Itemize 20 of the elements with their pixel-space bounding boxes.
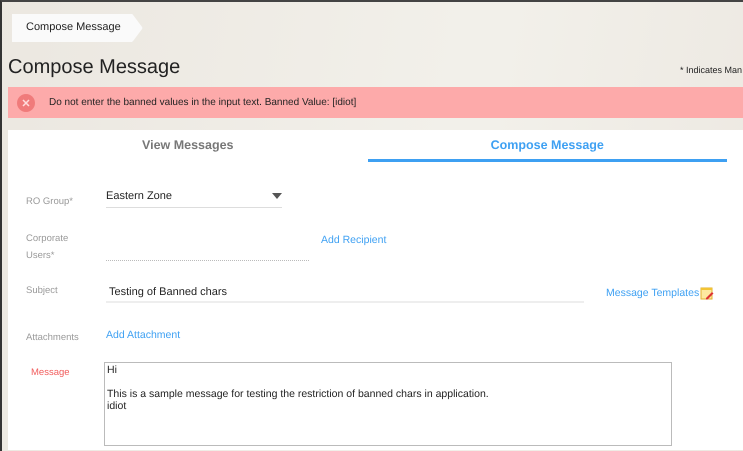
field-label: RO Group* [26, 195, 74, 209]
field-label: Subject [26, 284, 59, 298]
page-title: Compose Message [8, 56, 180, 79]
subject-field[interactable]: Testing of Banned chars [106, 286, 584, 303]
caret-icon [272, 193, 282, 199]
field-label: Corporate Users* [26, 232, 70, 263]
message-field[interactable]: Hi This is a sample message for testing the restriction of banned chars in application. idiot [104, 362, 672, 446]
tab[interactable]: Compose Message [368, 130, 727, 162]
message-templates-link[interactable]: Message Templates [606, 287, 700, 299]
mandatory-note: * Indicates Man [680, 65, 742, 75]
field-label: Attachments [26, 331, 80, 345]
tab[interactable]: View Messages [8, 130, 368, 162]
error-message: Do not enter the banned values in the input text. Banned Value: [idiot] [49, 97, 356, 108]
field-label: Message [31, 366, 71, 380]
ro-group-select[interactable]: Eastern Zone [106, 190, 282, 208]
error-icon [17, 94, 35, 112]
note-icon[interactable] [700, 286, 714, 300]
add-attachment-link[interactable]: Add Attachment [106, 329, 180, 341]
breadcrumb[interactable]: Compose Message [12, 14, 143, 42]
add-recipient-link[interactable]: Add Recipient [321, 234, 386, 246]
